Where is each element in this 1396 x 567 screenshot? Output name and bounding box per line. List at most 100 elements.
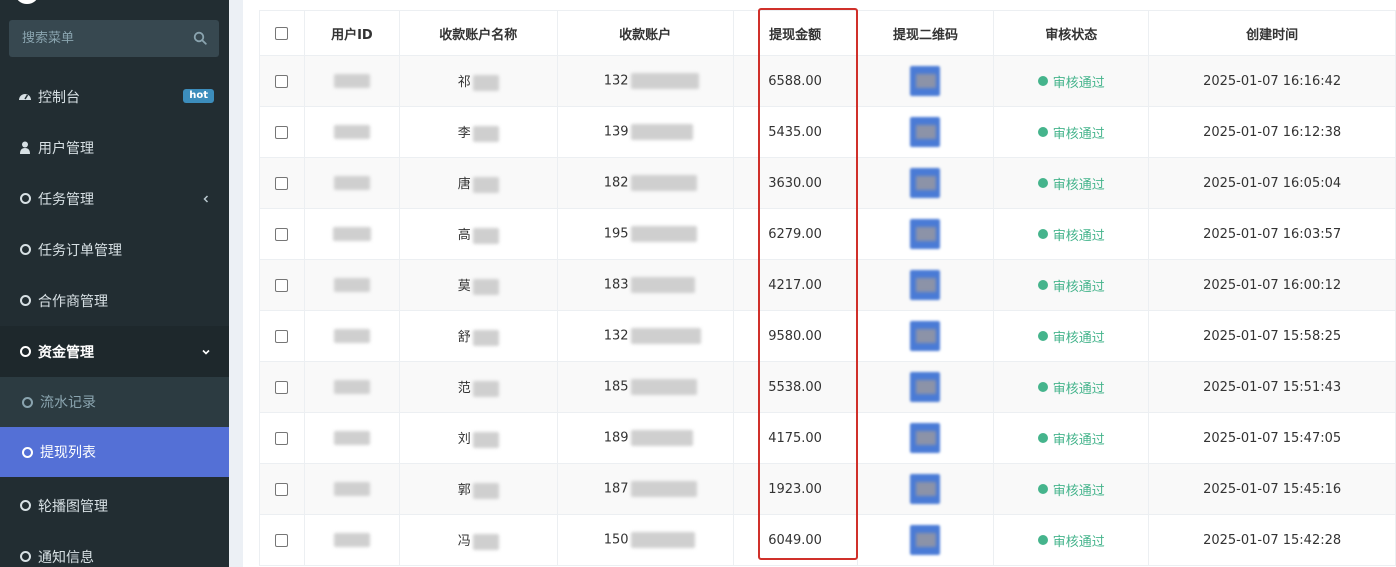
redacted-account <box>630 175 697 191</box>
circle-icon <box>18 294 32 308</box>
row-checkbox[interactable] <box>275 431 289 445</box>
cell-amount: 6588.00 <box>732 55 858 107</box>
row-checkbox[interactable] <box>275 329 289 343</box>
sidebar-item-tasks[interactable]: 任务管理 <box>0 173 229 224</box>
status-text: 审核通过 <box>1052 381 1105 397</box>
cell-user-id <box>303 463 400 515</box>
cell-qr-code <box>856 157 995 209</box>
row-checkbox[interactable] <box>275 125 289 139</box>
account-text: 132 <box>603 328 629 344</box>
account-text: 139 <box>603 124 629 140</box>
sidebar-item-partners[interactable]: 合作商管理 <box>0 275 229 326</box>
qr-code-thumbnail[interactable] <box>910 117 941 147</box>
redacted-account <box>630 73 699 89</box>
cell-amount: 3630.00 <box>732 157 858 209</box>
cell-amount: 6049.00 <box>732 514 858 566</box>
sidebar-item-task-orders[interactable]: 任务订单管理 <box>0 224 229 275</box>
row-checkbox[interactable] <box>275 482 289 496</box>
status-dot-icon <box>1037 127 1048 137</box>
cell-amount: 4217.00 <box>732 259 858 311</box>
search-icon[interactable] <box>193 31 207 45</box>
sidebar-item-users[interactable]: 用户管理 <box>0 122 229 173</box>
header-created: 创建时间 <box>1148 10 1396 56</box>
account-name-text: 舒 <box>457 330 471 346</box>
circle-icon <box>22 396 33 408</box>
table-header-row: 用户ID 收款账户名称 收款账户 提现金额 提现二维码 审核状态 创建时间 <box>259 10 1396 56</box>
qr-code-thumbnail[interactable] <box>910 168 941 198</box>
cell-status: 审核通过 <box>993 463 1150 515</box>
row-checkbox[interactable] <box>275 278 289 292</box>
cell-amount: 5435.00 <box>732 106 858 158</box>
sidebar-item-label: 轮播图管理 <box>38 498 108 515</box>
cell-account: 183 <box>556 259 734 311</box>
qr-code-thumbnail[interactable] <box>910 321 941 351</box>
header-account-name: 收款账户名称 <box>398 10 558 56</box>
header-select <box>259 10 305 56</box>
cell-created: 2025-01-07 15:42:28 <box>1148 514 1396 566</box>
status-text: 审核通过 <box>1052 126 1105 142</box>
cell-created: 2025-01-07 16:05:04 <box>1148 157 1396 209</box>
cell-qr-code <box>856 412 995 464</box>
header-status: 审核状态 <box>993 10 1150 56</box>
cell-qr-code <box>856 310 995 362</box>
status-badge: 审核通过 <box>1037 225 1105 244</box>
status-badge: 审核通过 <box>1037 531 1105 550</box>
redacted-account <box>630 124 693 140</box>
qr-code-thumbnail[interactable] <box>910 423 941 453</box>
table-row: 李 139 5435.00 审核通过 2025-01-07 16:12:38 <box>259 106 1396 158</box>
status-text: 审核通过 <box>1052 330 1105 346</box>
cell-user-id <box>303 55 400 107</box>
status-text: 审核通过 <box>1052 177 1105 193</box>
row-select <box>259 259 305 311</box>
sidebar-item-transactions[interactable]: 流水记录 <box>0 377 229 427</box>
menu-search <box>9 20 219 57</box>
cell-user-id <box>303 208 400 260</box>
sidebar-item-dashboard[interactable]: 控制台 hot <box>0 71 229 122</box>
sidebar-menu: 控制台 hot 用户管理 任务管理 任务订单管理 合作商管理 资金管理 流水记录… <box>0 71 229 567</box>
table-row: 舒 132 9580.00 审核通过 2025-01-07 15:58:25 <box>259 310 1396 362</box>
row-checkbox[interactable] <box>275 227 289 241</box>
sidebar-item-label: 任务订单管理 <box>38 242 122 259</box>
select-all-checkbox[interactable] <box>275 26 289 40</box>
redacted-user-id <box>333 533 370 547</box>
row-checkbox[interactable] <box>275 380 289 394</box>
sidebar-item-funds[interactable]: 资金管理 <box>0 326 229 377</box>
cell-amount: 9580.00 <box>732 310 858 362</box>
circle-icon <box>18 550 32 564</box>
redacted-user-id <box>333 380 370 394</box>
qr-code-thumbnail[interactable] <box>910 270 941 300</box>
account-name-text: 祁 <box>457 75 471 91</box>
sidebar-item-withdrawals[interactable]: 提现列表 <box>0 427 229 477</box>
status-text: 审核通过 <box>1052 75 1105 91</box>
row-checkbox[interactable] <box>275 74 289 88</box>
cell-status: 审核通过 <box>993 412 1150 464</box>
qr-code-thumbnail[interactable] <box>910 474 941 504</box>
account-name-text: 郭 <box>457 483 471 499</box>
qr-code-thumbnail[interactable] <box>910 66 941 96</box>
table-row: 范 185 5538.00 审核通过 2025-01-07 15:51:43 <box>259 361 1396 413</box>
qr-code-thumbnail[interactable] <box>910 219 941 249</box>
cell-account-name: 冯 <box>398 514 558 566</box>
cell-created: 2025-01-07 15:58:25 <box>1148 310 1396 362</box>
cell-user-id <box>303 106 400 158</box>
sidebar-item-label: 流水记录 <box>40 395 96 411</box>
search-input[interactable] <box>9 20 184 57</box>
row-checkbox[interactable] <box>275 533 289 547</box>
account-name-text: 李 <box>457 126 471 142</box>
cell-account-name: 莫 <box>398 259 558 311</box>
account-text: 150 <box>603 532 629 548</box>
row-checkbox[interactable] <box>275 176 289 190</box>
cell-account-name: 舒 <box>398 310 558 362</box>
sidebar-item-notifications[interactable]: 通知信息 <box>0 531 229 567</box>
status-badge: 审核通过 <box>1037 276 1105 295</box>
cell-user-id <box>303 310 400 362</box>
cell-created: 2025-01-07 16:12:38 <box>1148 106 1396 158</box>
sidebar-item-carousel[interactable]: 轮播图管理 <box>0 480 229 531</box>
row-select <box>259 412 305 464</box>
cell-user-id <box>303 259 400 311</box>
redacted-user-id <box>333 176 370 190</box>
qr-code-thumbnail[interactable] <box>910 372 941 402</box>
qr-code-thumbnail[interactable] <box>910 525 941 555</box>
table-body: 祁 132 6588.00 审核通过 2025-01-07 16:16:42 李 139 54… <box>259 55 1396 566</box>
redacted-name <box>472 329 499 346</box>
